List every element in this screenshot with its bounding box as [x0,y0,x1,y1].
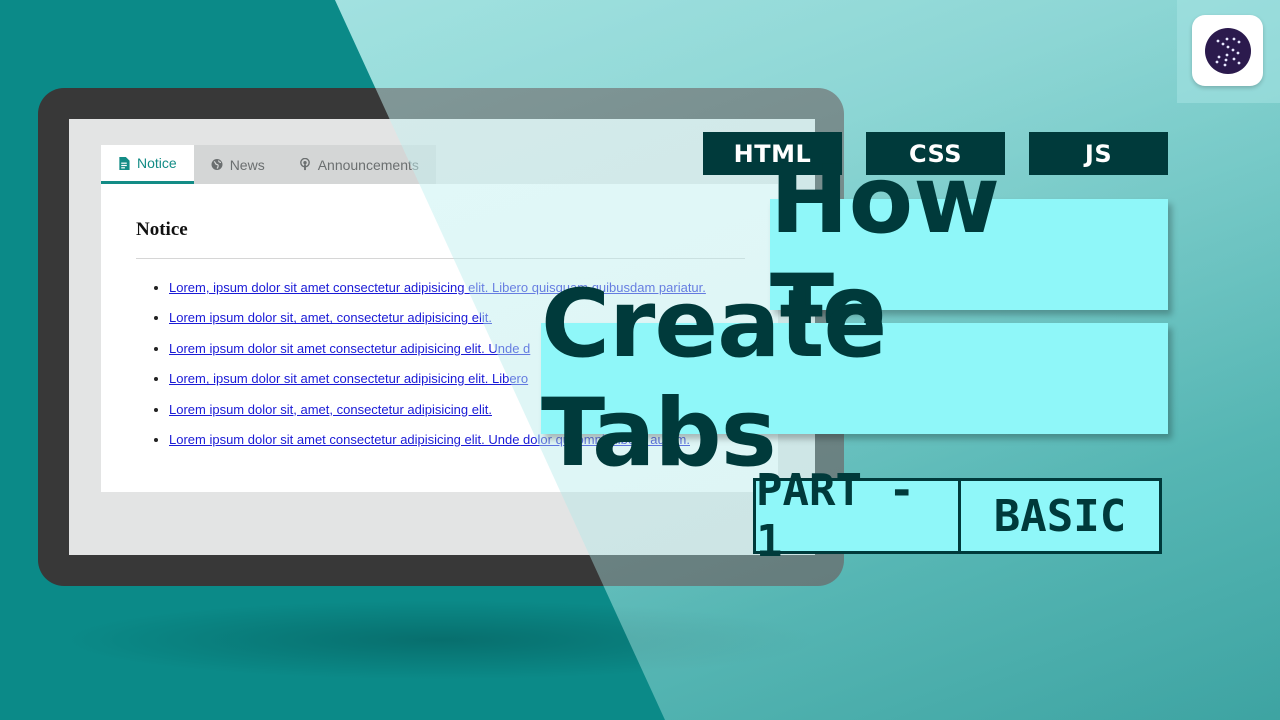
channel-logo-icon [1204,27,1251,74]
globe-icon [211,159,223,170]
panel-heading: Notice [136,219,188,240]
podcast-icon [299,158,310,171]
monitor-shadow [60,600,820,680]
document-icon [119,156,130,170]
list-link[interactable]: Lorem ipsum dolor sit amet consectetur a… [169,341,530,356]
tab-bar: Notice News Announcements [101,145,436,184]
part-label: PART - 1 [756,465,961,567]
channel-logo [1192,15,1263,86]
level-label: BASIC [993,490,1127,542]
list-link[interactable]: Lorem ipsum dolor sit, amet, consectetur… [169,402,492,417]
list-link[interactable]: Lorem, ipsum dolor sit amet consectetur … [169,371,528,386]
list-link[interactable]: Lorem ipsum dolor sit, amet, consectetur… [169,310,492,325]
tab-news-label: News [229,156,265,173]
tab-announcements-label: Announcements [317,156,419,173]
tab-news[interactable]: News [194,145,282,184]
tab-announcements[interactable]: Announcements [282,145,436,184]
part-badge: PART - 1 BASIC [753,465,1162,567]
tab-notice-label: Notice [137,155,177,171]
title-line-2: Create Tabs [541,270,1168,488]
tab-notice[interactable]: Notice [101,145,194,184]
divider [136,258,745,259]
